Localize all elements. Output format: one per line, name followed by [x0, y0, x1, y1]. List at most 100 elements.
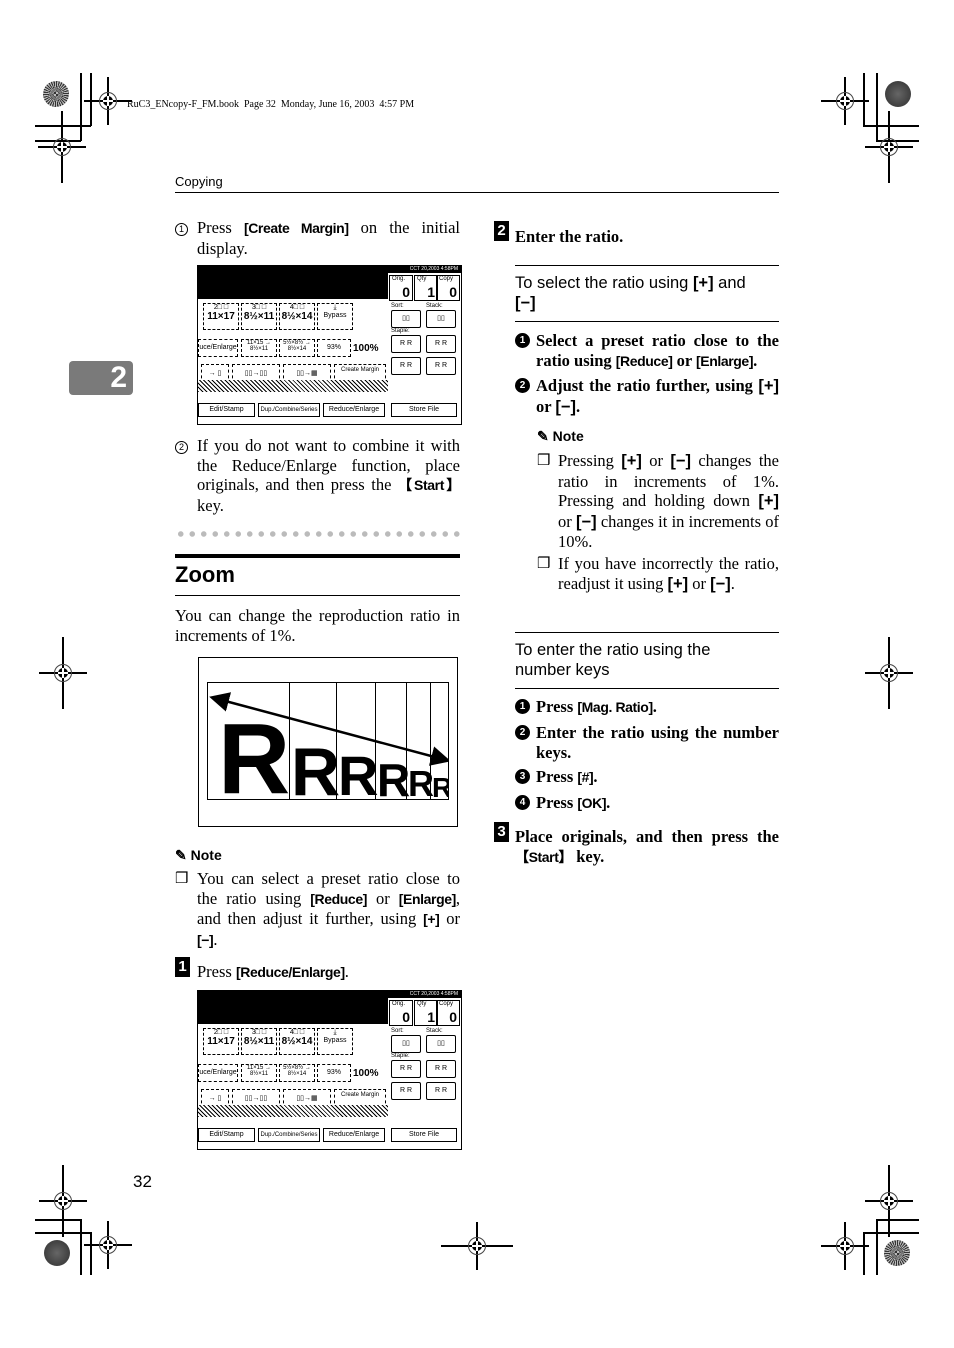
- sort-button[interactable]: ▯▯: [391, 1035, 421, 1053]
- tray-3-button[interactable]: 3□ □ 8½×11: [241, 303, 277, 330]
- start-key-ref: 【Start】: [398, 477, 460, 493]
- step-number-badge: 3: [494, 822, 509, 842]
- substep-marker: 1: [175, 223, 188, 236]
- staple-button-3[interactable]: R R: [391, 1082, 421, 1100]
- staple-button-4[interactable]: R R: [426, 1082, 456, 1100]
- staple-button-1[interactable]: R R: [391, 335, 421, 353]
- message-area: [198, 998, 388, 1024]
- color-target-bottom-right: [884, 1240, 910, 1266]
- ratio-display: 100%: [353, 343, 379, 354]
- step-1: Press [Reduce/Enlarge].: [197, 962, 349, 981]
- checkbox-bullet-icon: ❒: [537, 556, 551, 572]
- staple-button-2[interactable]: R R: [426, 1060, 456, 1078]
- staple-button-2[interactable]: R R: [426, 335, 456, 353]
- checkbox-bullet-icon: ❒: [537, 453, 551, 469]
- counter-quantity: Qty 1: [414, 275, 438, 301]
- zoom-ratio-figure: RRRRRR: [207, 682, 449, 800]
- step-2: Enter the ratio.: [515, 227, 624, 246]
- substep-1: 1 Press [Create Margin] on the initial d…: [175, 218, 460, 258]
- subsection-heading-plus-minus: To select the ratio using [+] and [−]: [515, 274, 746, 312]
- step-marker: 2: [515, 725, 530, 740]
- substep-a2: 2 Adjust the ratio further, using [+] or…: [515, 376, 779, 417]
- message-area: [198, 273, 388, 299]
- tray-4-button[interactable]: 4□ □ 8½×14: [279, 303, 315, 330]
- section-separator: [175, 531, 460, 537]
- substep-a1: 1 Select a preset ratio close to the rat…: [515, 331, 779, 371]
- color-target-top-right: [885, 81, 911, 107]
- note-item: Pressing [+] or [−] changes the ratio in…: [558, 451, 779, 551]
- counter-copies: Copy 0: [436, 1000, 460, 1026]
- ratio-preset-1[interactable]: 11×15 → 8½×11: [241, 1064, 277, 1082]
- note-heading: ✎ Note: [537, 428, 584, 444]
- stack-button[interactable]: ▯▯: [426, 310, 456, 328]
- store-file-button[interactable]: Store File: [391, 1128, 457, 1142]
- ratio-preset-1[interactable]: 11×15 → 8½×11: [241, 339, 277, 357]
- ratio-display: 100%: [353, 1068, 379, 1079]
- substep-marker: 2: [175, 441, 188, 454]
- tab-reduce-enlarge[interactable]: Reduce/Enlarge: [323, 1128, 385, 1142]
- tab-dup-combine-series[interactable]: Dup./Combine/Series: [258, 403, 320, 417]
- step-marker: 1: [515, 699, 530, 714]
- chapter-number: 2: [110, 361, 127, 394]
- ratio-preset-2[interactable]: 5½×8½ → 8½×14: [279, 1064, 315, 1082]
- staple-button-3[interactable]: R R: [391, 357, 421, 375]
- tray-3-button[interactable]: 3□ □ 8½×11: [241, 1028, 277, 1055]
- copier-screen-reduce-enlarge: CCT 20,2003 4:58PM Orig. 0 Qty 1 Copy 0 2□ …: [197, 990, 462, 1150]
- section-rule: [175, 554, 460, 558]
- substep-2: 2 If you do not want to combine it with …: [175, 436, 460, 515]
- subsection-rule: [515, 265, 779, 266]
- subsection-rule: [515, 321, 779, 322]
- copier-screen-create-margin: CCT 20,2003 4:58PM Orig. 0 Qty 1 Copy 0 2□ …: [197, 265, 462, 425]
- print-metadata: RuC3_ENcopy-F_FM.book Page 32 Monday, Ju…: [127, 99, 415, 110]
- checkbox-bullet-icon: ❒: [175, 871, 189, 887]
- step-number-badge: 1: [175, 957, 190, 977]
- ratio-preset-3[interactable]: 93%: [317, 1064, 351, 1082]
- status-bar: CCT 20,2003 4:58PM: [198, 991, 461, 998]
- pencil-icon: ✎: [175, 847, 187, 863]
- store-file-button[interactable]: Store File: [391, 403, 457, 417]
- tab-reduce-enlarge[interactable]: Reduce/Enlarge: [323, 403, 385, 417]
- number-keys-step: 4 Press [OK].: [515, 793, 779, 814]
- number-keys-step: 1 Press [Mag. Ratio].: [515, 697, 779, 718]
- counter-quantity: Qty 1: [414, 1000, 438, 1026]
- subsection-heading-number-keys: To enter the ratio using the number keys: [515, 641, 711, 679]
- color-target-top-left: [43, 81, 69, 107]
- step-number-badge: 2: [494, 221, 509, 241]
- sort-button[interactable]: ▯▯: [391, 310, 421, 328]
- ratio-preset-2[interactable]: 5½×8½ → 8½×14: [279, 339, 315, 357]
- status-bar: CCT 20,2003 4:58PM: [198, 266, 461, 273]
- step-marker: 4: [515, 795, 530, 810]
- tab-edit-stamp[interactable]: Edit/Stamp: [198, 403, 255, 417]
- zoom-illustration: RRRRRR: [198, 657, 458, 827]
- tray-2-button[interactable]: 2□ □ 11×17: [203, 303, 239, 330]
- reduce-enlarge-preset-button[interactable]: uce/Enlarge: [198, 1064, 238, 1082]
- note-item: If you have incorrectly the ratio, readj…: [558, 554, 779, 593]
- tab-dup-combine-series[interactable]: Dup./Combine/Series: [258, 1128, 320, 1142]
- diagonal-arrow: [209, 692, 448, 766]
- number-keys-step: 2 Enter the ratio using the number keys.: [515, 723, 779, 763]
- number-keys-step: 3 Press [#].: [515, 767, 779, 788]
- section-intro: You can change the reproduction ratio in…: [175, 606, 460, 645]
- section-title: Zoom: [175, 562, 235, 587]
- reduce-enlarge-key-ref: [Reduce/Enlarge]: [235, 964, 345, 980]
- tray-4-button[interactable]: 4□ □ 8½×14: [279, 1028, 315, 1055]
- staple-button-1[interactable]: R R: [391, 1060, 421, 1078]
- tray-2-button[interactable]: 2□ □ 11×17: [203, 1028, 239, 1055]
- color-target-bottom-left: [44, 1240, 70, 1266]
- bypass-button[interactable]: ⤓ Bypass: [317, 303, 353, 330]
- staple-button-4[interactable]: R R: [426, 357, 456, 375]
- pencil-icon: ✎: [537, 428, 549, 444]
- stack-button[interactable]: ▯▯: [426, 1035, 456, 1053]
- ratio-preset-3[interactable]: 93%: [317, 339, 351, 357]
- start-key-ref: 【Start】: [515, 848, 573, 865]
- header-rule: [175, 192, 779, 193]
- create-margin-key-ref: [Create Margin]: [243, 220, 349, 236]
- reduce-enlarge-preset-button[interactable]: uce/Enlarge: [198, 339, 238, 357]
- bypass-button[interactable]: ⤓ Bypass: [317, 1028, 353, 1055]
- subsection-rule: [515, 688, 779, 689]
- page-number: 32: [133, 1172, 152, 1191]
- running-header: Copying: [175, 174, 223, 189]
- tab-edit-stamp[interactable]: Edit/Stamp: [198, 1128, 255, 1142]
- title-rule: [175, 595, 460, 596]
- counter-originals: Orig. 0: [389, 1000, 413, 1026]
